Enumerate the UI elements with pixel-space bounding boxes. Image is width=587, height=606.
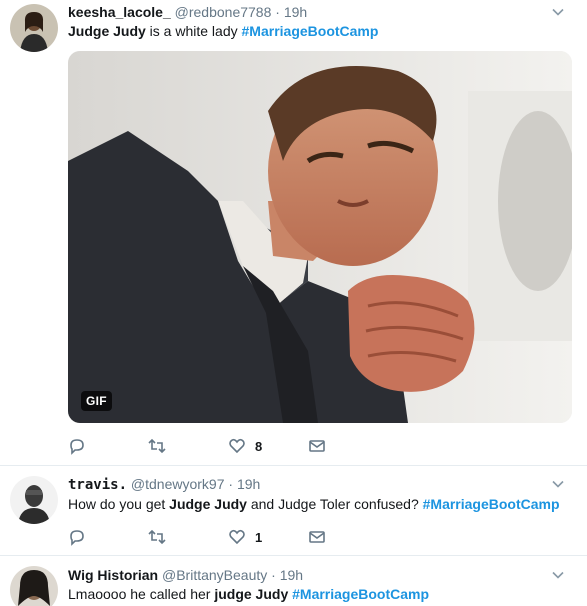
avatar[interactable] (10, 566, 58, 606)
display-name[interactable]: Wig Historian (68, 567, 158, 583)
timestamp[interactable]: 19h (284, 4, 307, 20)
timestamp[interactable]: 19h (237, 476, 260, 492)
retweet-icon (148, 438, 166, 454)
text-plain: Lmaoooo he called her (68, 586, 215, 602)
gif-media[interactable]: GIF (68, 51, 572, 423)
reply-icon (70, 530, 84, 546)
chevron-down-icon[interactable] (551, 568, 565, 582)
display-name[interactable]: travis. (68, 477, 127, 493)
tweet-header: Wig Historian @BrittanyBeauty · 19h (68, 566, 303, 584)
separator-dot: · (275, 4, 280, 20)
like-icon (229, 438, 245, 454)
avatar[interactable] (10, 4, 58, 52)
reply-button[interactable] (68, 527, 95, 547)
hashtag-link[interactable]: #MarriageBootCamp (242, 23, 379, 39)
chevron-down-icon[interactable] (551, 477, 565, 491)
text-bold: Judge Judy (169, 496, 247, 512)
tweet[interactable]: keesha_lacole_ @redbone7788 · 19h Judge … (0, 0, 587, 466)
text-plain: is a white lady (145, 23, 242, 39)
gif-image (68, 51, 572, 423)
tweet[interactable]: Wig Historian @BrittanyBeauty · 19h Lmao… (0, 556, 587, 606)
text-bold: judge Judy (214, 586, 289, 602)
like-count: 8 (255, 438, 263, 454)
like-button[interactable]: 1 (228, 527, 262, 547)
chevron-down-icon[interactable] (551, 5, 565, 19)
hashtag-link[interactable]: #MarriageBootCamp (292, 586, 429, 602)
message-button[interactable] (308, 436, 335, 456)
like-icon (229, 529, 245, 545)
hashtag-link[interactable]: #MarriageBootCamp (423, 496, 560, 512)
reply-icon (70, 439, 84, 455)
tweet-actions: 1 (68, 527, 348, 547)
display-name[interactable]: keesha_lacole_ (68, 4, 171, 20)
text-bold: Judge Judy (68, 23, 146, 39)
tweet-text: Judge Judy is a white lady #MarriageBoot… (68, 22, 378, 41)
tweet-text: How do you get Judge Judy and Judge Tole… (68, 495, 560, 514)
tweet-header: travis. @tdnewyork97 · 19h (68, 475, 260, 494)
separator-dot: · (228, 476, 234, 492)
retweet-icon (148, 529, 166, 545)
message-icon (309, 531, 325, 543)
message-button[interactable] (308, 527, 335, 547)
gif-badge: GIF (81, 391, 112, 411)
separator-dot: · (271, 567, 276, 583)
like-count: 1 (255, 529, 263, 545)
timestamp[interactable]: 19h (280, 567, 303, 583)
tweet-text: Lmaoooo he called her judge Judy #Marria… (68, 585, 429, 604)
username[interactable]: @redbone7788 (175, 4, 272, 20)
like-button[interactable]: 8 (228, 436, 262, 456)
text-plain: How do you get (68, 496, 170, 512)
tweet-header: keesha_lacole_ @redbone7788 · 19h (68, 3, 307, 21)
tweet-actions: 8 (68, 436, 348, 456)
avatar[interactable] (10, 476, 58, 524)
message-icon (309, 440, 325, 452)
username[interactable]: @tdnewyork97 (131, 476, 225, 492)
text-plain: and Judge Toler confused? (246, 496, 423, 512)
username[interactable]: @BrittanyBeauty (162, 567, 267, 583)
reply-button[interactable] (68, 436, 95, 456)
tweet[interactable]: travis. @tdnewyork97 · 19h How do you ge… (0, 466, 587, 556)
retweet-button[interactable] (148, 436, 175, 456)
retweet-button[interactable] (148, 527, 175, 547)
